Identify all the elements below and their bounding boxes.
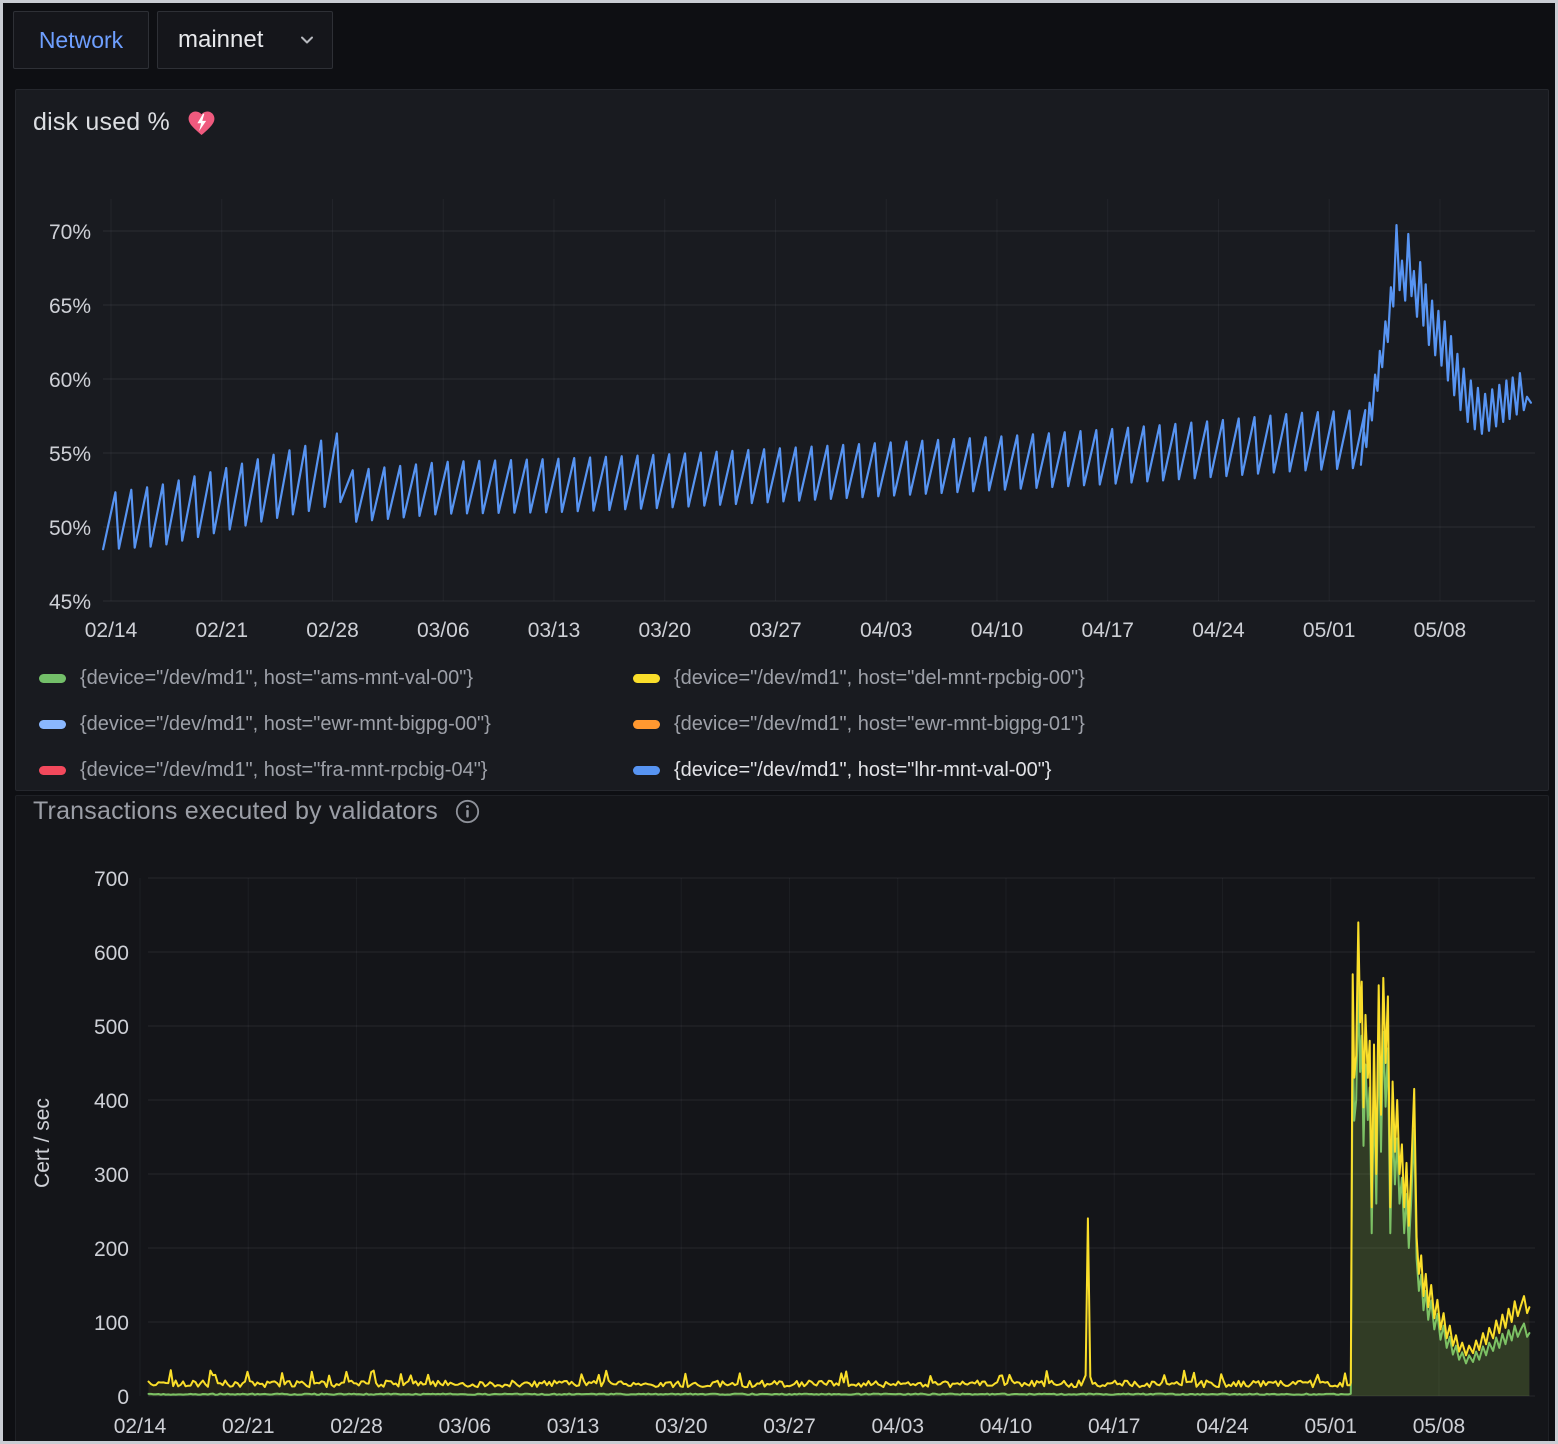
grafana-dashboard: Network mainnet disk used % 45% 50% 55% 60%… <box>0 0 1558 1444</box>
legend-item[interactable]: {device="/dev/md1", host="fra-mnt-rpcbig… <box>39 747 633 793</box>
x-tick-label: 04/10 <box>971 619 1024 642</box>
y-tick-label: 0 <box>117 1386 129 1409</box>
legend-item[interactable]: {device="/dev/md1", host="del-mnt-rpcbig… <box>633 655 1085 701</box>
legend-label: {device="/dev/md1", host="ewr-mnt-bigpg-… <box>80 713 491 736</box>
y-tick-label: 45% <box>49 591 91 614</box>
y-tick-label: 55% <box>49 443 91 466</box>
x-tick-label: 04/24 <box>1192 619 1245 642</box>
x-tick-label: 04/03 <box>871 1415 924 1438</box>
y-axis-title: Cert / sec <box>31 1098 54 1188</box>
y-axis-labels: 45% 50% 55% 60% 65% 70% <box>49 221 91 614</box>
x-tick-label: 05/08 <box>1414 619 1467 642</box>
x-tick-label: 03/06 <box>417 619 470 642</box>
variable-value-text: mainnet <box>178 26 263 54</box>
y-tick-label: 400 <box>94 1090 129 1113</box>
legend-swatch <box>39 766 66 775</box>
series-fill-green <box>149 984 1530 1396</box>
chevron-down-icon <box>296 29 318 51</box>
y-tick-label: 600 <box>94 942 129 965</box>
x-tick-label: 05/01 <box>1303 619 1356 642</box>
y-axis-labels: 0 100 200 300 400 500 600 700 <box>94 868 129 1409</box>
x-tick-label: 02/28 <box>306 619 359 642</box>
info-circle-icon[interactable] <box>454 798 481 825</box>
series-line-green <box>149 984 1530 1395</box>
variable-label-network: Network <box>13 11 149 69</box>
x-tick-label: 02/14 <box>114 1415 167 1438</box>
legend-label: {device="/dev/md1", host="lhr-mnt-val-00… <box>674 759 1051 782</box>
broken-heart-alert-icon <box>186 108 217 137</box>
y-tick-label: 50% <box>49 517 91 540</box>
y-tick-label: 65% <box>49 295 91 318</box>
legend-label: {device="/dev/md1", host="ams-mnt-val-00… <box>80 667 473 690</box>
chart-legend: {device="/dev/md1", host="ams-mnt-val-00… <box>39 655 1085 793</box>
legend-label: {device="/dev/md1", host="ewr-mnt-bigpg-… <box>674 713 1085 736</box>
legend-swatch <box>39 720 66 729</box>
x-tick-label: 03/20 <box>638 619 691 642</box>
y-tick-label: 500 <box>94 1016 129 1039</box>
transactions-chart[interactable]: 0 100 200 300 400 500 600 700 02/14 02/21 02/28 03/… <box>3 853 1558 1444</box>
x-tick-label: 02/21 <box>195 619 248 642</box>
legend-item[interactable]: {device="/dev/md1", host="ams-mnt-val-00… <box>39 655 633 701</box>
gridlines <box>103 199 1535 601</box>
x-tick-label: 03/13 <box>528 619 581 642</box>
x-tick-label: 02/28 <box>330 1415 383 1438</box>
x-tick-label: 03/27 <box>763 1415 816 1438</box>
x-tick-label: 02/14 <box>85 619 138 642</box>
panel2-title[interactable]: Transactions executed by validators <box>33 797 438 826</box>
y-tick-label: 60% <box>49 369 91 392</box>
panel1-title[interactable]: disk used % <box>33 108 170 137</box>
legend-swatch <box>39 674 66 683</box>
variable-label-text: Network <box>39 27 123 54</box>
legend-item[interactable]: {device="/dev/md1", host="ewr-mnt-bigpg-… <box>633 701 1085 747</box>
x-tick-label: 03/13 <box>547 1415 600 1438</box>
x-tick-label: 04/10 <box>980 1415 1033 1438</box>
x-tick-label: 03/27 <box>749 619 802 642</box>
y-tick-label: 300 <box>94 1164 129 1187</box>
series-line-yellow <box>149 922 1530 1387</box>
legend-label: {device="/dev/md1", host="del-mnt-rpcbig… <box>674 667 1085 690</box>
disk-used-series-line <box>103 225 1531 549</box>
legend-item[interactable]: {device="/dev/md1", host="lhr-mnt-val-00… <box>633 747 1085 793</box>
y-tick-label: 70% <box>49 221 91 244</box>
y-tick-label: 100 <box>94 1312 129 1335</box>
x-axis-labels: 02/14 02/21 02/28 03/06 03/13 03/20 03/27 04/03… <box>85 619 1467 642</box>
legend-label: {device="/dev/md1", host="fra-mnt-rpcbig… <box>80 759 488 782</box>
x-tick-label: 05/08 <box>1413 1415 1466 1438</box>
x-tick-label: 03/06 <box>438 1415 491 1438</box>
legend-swatch <box>633 720 660 729</box>
legend-swatch <box>633 674 660 683</box>
x-tick-label: 02/21 <box>222 1415 275 1438</box>
x-tick-label: 04/17 <box>1081 619 1134 642</box>
x-tick-label: 04/17 <box>1088 1415 1141 1438</box>
series-fill-yellow <box>149 922 1530 1396</box>
network-variable-select[interactable]: mainnet <box>157 11 333 69</box>
legend-swatch <box>633 766 660 775</box>
x-axis-labels: 02/14 02/21 02/28 03/06 03/13 03/20 03/27 04/03… <box>114 1415 1466 1438</box>
x-tick-label: 03/20 <box>655 1415 708 1438</box>
gridlines <box>140 878 1535 1396</box>
disk-used-chart[interactable]: 45% 50% 55% 60% 65% 70% 02/14 02/21 02/28 03/06 03… <box>3 83 1558 655</box>
y-tick-label: 200 <box>94 1238 129 1261</box>
y-tick-label: 700 <box>94 868 129 891</box>
x-tick-label: 04/24 <box>1196 1415 1249 1438</box>
x-tick-label: 05/01 <box>1304 1415 1357 1438</box>
legend-item[interactable]: {device="/dev/md1", host="ewr-mnt-bigpg-… <box>39 701 633 747</box>
x-tick-label: 04/03 <box>860 619 913 642</box>
